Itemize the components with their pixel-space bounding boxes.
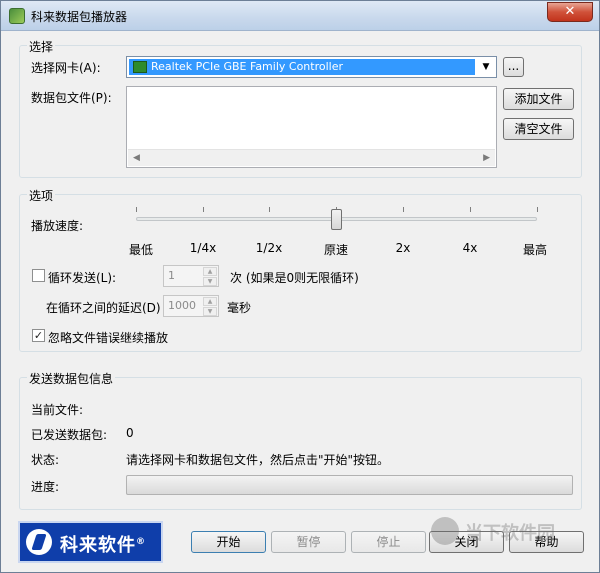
watermark-text: 当下软件园	[465, 523, 555, 544]
loop-send-checkbox[interactable]	[32, 269, 45, 282]
speed-mark-label: 2x	[395, 241, 411, 255]
app-window: 科来数据包播放器 ✕ 选择 选择网卡(A): Realtek PCIe GBE …	[0, 0, 600, 573]
colasoft-logo: 科来软件®	[18, 521, 163, 563]
loop-hint-text: 次 (如果是0则无限循环)	[230, 271, 359, 285]
watermark: 当下软件园	[431, 517, 591, 547]
loop-delay-unit: 毫秒	[227, 301, 252, 315]
pause-button[interactable]: 暂停	[271, 531, 346, 553]
status-label: 状态:	[31, 453, 60, 467]
nic-label: 选择网卡(A):	[31, 61, 101, 75]
spin-up-icon[interactable]: ▲	[203, 297, 217, 306]
clear-file-button[interactable]: 清空文件	[503, 118, 574, 140]
sent-packets-label: 已发送数据包:	[31, 428, 108, 442]
speed-mark-label: 4x	[462, 241, 478, 255]
loop-count-spinner[interactable]: 1 ▲ ▼	[163, 265, 219, 287]
speed-mark-label: 最低	[128, 243, 153, 257]
logo-mark-icon	[26, 529, 52, 555]
nic-combobox[interactable]: Realtek PCIe GBE Family Controller ▼	[126, 56, 497, 78]
browse-nic-button[interactable]: ...	[503, 57, 524, 77]
packet-file-list[interactable]: ◀ ▶	[126, 86, 497, 168]
network-card-icon	[133, 61, 147, 73]
spin-up-icon[interactable]: ▲	[203, 267, 217, 276]
send-info-group-label: 发送数据包信息	[27, 370, 116, 387]
start-button[interactable]: 开始	[191, 531, 266, 553]
status-value: 请选择网卡和数据包文件，然后点击"开始"按钮。	[126, 453, 390, 467]
spin-down-icon[interactable]: ▼	[203, 307, 217, 316]
loop-count-value: 1	[168, 269, 175, 282]
nic-selected-value: Realtek PCIe GBE Family Controller	[129, 59, 475, 75]
speed-tick	[203, 207, 204, 212]
file-list-hscrollbar[interactable]: ◀ ▶	[128, 149, 495, 166]
app-icon	[9, 8, 25, 24]
close-window-button[interactable]: ✕	[547, 2, 593, 22]
speed-tick	[537, 207, 538, 212]
chevron-down-icon[interactable]: ▼	[478, 59, 494, 75]
loop-delay-value: 1000	[168, 299, 196, 312]
loop-delay-label: 在循环之间的延迟(D)	[46, 301, 161, 315]
select-group-label: 选择	[27, 38, 56, 55]
speed-slider-thumb[interactable]	[331, 209, 342, 230]
watermark-icon	[431, 517, 459, 545]
speed-label: 播放速度:	[31, 219, 84, 233]
nic-value-text: Realtek PCIe GBE Family Controller	[151, 60, 344, 73]
logo-text: 科来软件®	[60, 535, 146, 556]
progress-bar	[126, 475, 573, 495]
speed-tick	[470, 207, 471, 212]
speed-mark-label: 最高	[522, 243, 547, 257]
speed-tick	[136, 207, 137, 212]
stop-button[interactable]: 停止	[351, 531, 426, 553]
speed-tick	[269, 207, 270, 212]
title-bar[interactable]: 科来数据包播放器 ✕	[1, 1, 599, 31]
loop-delay-spinner[interactable]: 1000 ▲ ▼	[163, 295, 219, 317]
progress-label: 进度:	[31, 480, 60, 494]
speed-mark-label: 1/2x	[255, 241, 283, 255]
packet-file-label: 数据包文件(P):	[31, 91, 112, 105]
spin-down-icon[interactable]: ▼	[203, 277, 217, 286]
window-title: 科来数据包播放器	[31, 10, 128, 24]
options-group-label: 选项	[27, 187, 56, 204]
current-file-label: 当前文件:	[31, 403, 84, 417]
loop-send-label[interactable]: 循环发送(L):	[48, 269, 116, 286]
sent-packets-value: 0	[126, 426, 134, 440]
ignore-errors-checkbox[interactable]: ✓	[32, 329, 45, 342]
scroll-right-icon[interactable]: ▶	[483, 153, 490, 163]
speed-mark-label: 原速	[323, 243, 348, 257]
ignore-errors-label[interactable]: 忽略文件错误继续播放	[48, 329, 168, 346]
speed-tick	[403, 207, 404, 212]
add-file-button[interactable]: 添加文件	[503, 88, 574, 110]
scroll-left-icon[interactable]: ◀	[133, 153, 140, 163]
speed-mark-label: 1/4x	[189, 241, 217, 255]
